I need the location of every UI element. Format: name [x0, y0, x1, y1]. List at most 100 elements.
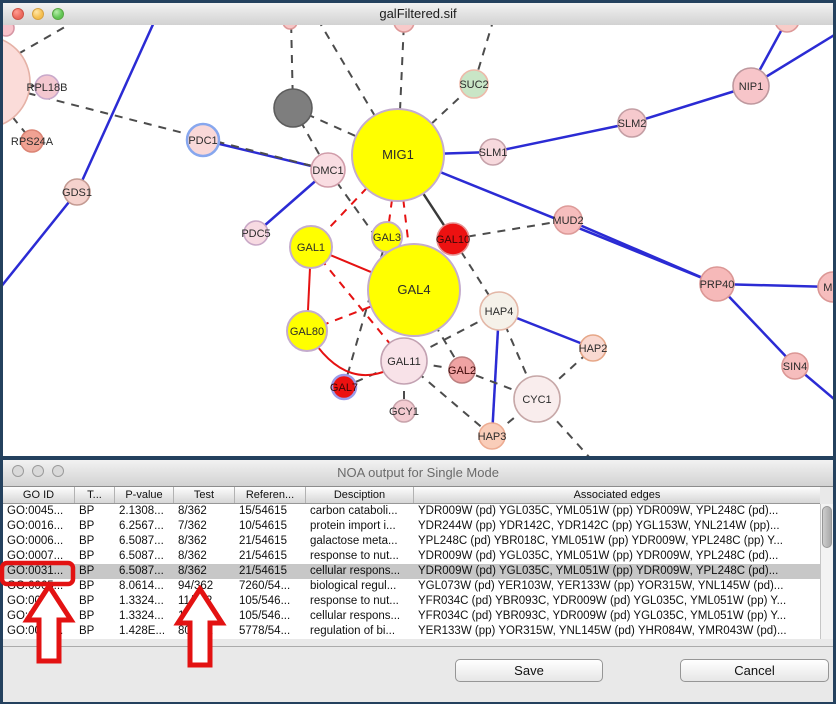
table-cell-test: 8/362: [174, 549, 235, 564]
table-cell-associated-edges: YPL248C (pd) YBR018C, YML051W (pp) YDR00…: [414, 534, 820, 549]
table-cell-test: 94/362: [174, 579, 235, 594]
table-body: GO:0045...BP2.1308...8/36215/54615carbon…: [3, 504, 820, 639]
node-ptTop2[interactable]: [394, 25, 414, 32]
node-label: GAL11: [387, 356, 420, 368]
table-cell-reference: 10/54615: [235, 519, 306, 534]
table-cell-description: regulation of bi...: [306, 624, 414, 639]
table-cell-type: BP: [75, 579, 115, 594]
node-gray1[interactable]: [274, 89, 312, 127]
save-button[interactable]: Save: [455, 659, 603, 682]
table-cell-reference: 21/54615: [235, 534, 306, 549]
node-label: GAL10: [436, 234, 470, 246]
node-label: GAL4: [397, 282, 430, 297]
table-cell-description: cellular respons...: [306, 564, 414, 579]
network-canvas[interactable]: RPL18BRPS24AGDS1PDC1DMC1PDC5MIG1SUC2SLM1…: [3, 25, 833, 456]
table-cell-description: response to nut...: [306, 594, 414, 609]
node-label: SLM1: [479, 147, 508, 159]
node-label: PDC5: [241, 228, 270, 240]
close-button[interactable]: [12, 8, 24, 20]
node-label: DMC1: [312, 165, 343, 177]
node-label: GAL1: [297, 242, 325, 254]
node-label: GAL80: [290, 326, 324, 338]
table-cell-reference: 7260/54...: [235, 579, 306, 594]
column-header-description[interactable]: Desciption: [306, 487, 414, 503]
node-label: SIN4: [783, 361, 807, 373]
table-cell-description: response to nut...: [306, 549, 414, 564]
table-row[interactable]: GO:0065...BP8.0614...94/3627260/54...bio…: [3, 579, 820, 594]
table-cell-p-value: 6.5087...: [115, 564, 174, 579]
table-cell-type: BP: [75, 594, 115, 609]
noa-output-window: NOA output for Single Mode GO IDT...P-va…: [3, 460, 833, 701]
minimize-button-inactive[interactable]: [32, 465, 44, 477]
table-cell-test: 11/362: [174, 594, 235, 609]
table-cell-associated-edges: YFR034C (pd) YBR093C, YDR009W (pd) YGL03…: [414, 609, 820, 624]
table-row[interactable]: GO:0031...BP1.3324...11/362105/546...cel…: [3, 609, 820, 624]
table-row[interactable]: GO:0006...BP6.5087...8/36221/54615galact…: [3, 534, 820, 549]
table-row[interactable]: GO:0007...BP6.5087...8/36221/54615respon…: [3, 549, 820, 564]
node-label: CYC1: [522, 394, 551, 406]
table-row[interactable]: GO:0045...BP2.1308...8/36215/54615carbon…: [3, 504, 820, 519]
table-cell-p-value: 6.5087...: [115, 549, 174, 564]
table-cell-description: cellular respons...: [306, 609, 414, 624]
close-button-inactive[interactable]: [12, 465, 24, 477]
table-cell-description: protein import i...: [306, 519, 414, 534]
minimize-button[interactable]: [32, 8, 44, 20]
zoom-button-inactive[interactable]: [52, 465, 64, 477]
zoom-button[interactable]: [52, 8, 64, 20]
table-cell-go-id: GO:0016...: [3, 519, 75, 534]
table-cell-go-id: GO:0031...: [3, 594, 75, 609]
table-cell-description: carbon cataboli...: [306, 504, 414, 519]
window-title: galFiltered.sif: [379, 6, 456, 21]
table-cell-type: BP: [75, 534, 115, 549]
cancel-button[interactable]: Cancel: [680, 659, 829, 682]
table-cell-test: 8/362: [174, 564, 235, 579]
vertical-scrollbar[interactable]: [820, 504, 833, 639]
table-cell-go-id: GO:0065...: [3, 579, 75, 594]
table-cell-go-id: GO:0031...: [3, 564, 75, 579]
column-header-test[interactable]: Test: [174, 487, 235, 503]
table-row[interactable]: GO:0050...BP1.428E...80/3625778/54...reg…: [3, 624, 820, 639]
node-label: MSI: [823, 282, 833, 294]
table-row[interactable]: GO:0031...BP1.3324...11/362105/546...res…: [3, 594, 820, 609]
table-cell-go-id: GO:0050...: [3, 624, 75, 639]
network-edge: [3, 192, 77, 288]
noa-results-table: GO IDT...P-valueTestReferen...Desciption…: [3, 487, 820, 639]
table-cell-go-id: GO:0045...: [3, 504, 75, 519]
node-label: MUD2: [552, 215, 583, 227]
table-cell-go-id: GO:0006...: [3, 534, 75, 549]
table-cell-associated-edges: YDR009W (pd) YGL035C, YML051W (pp) YDR00…: [414, 504, 820, 519]
table-cell-test: 8/362: [174, 534, 235, 549]
table-cell-p-value: 1.428E...: [115, 624, 174, 639]
column-header-go-id[interactable]: GO ID: [3, 487, 75, 503]
node-label: GAL3: [373, 232, 401, 244]
table-cell-type: BP: [75, 519, 115, 534]
table-cell-type: BP: [75, 609, 115, 624]
table-cell-reference: 5778/54...: [235, 624, 306, 639]
table-cell-test: 11/362: [174, 609, 235, 624]
node-ptTop3[interactable]: [775, 25, 799, 32]
network-edge: [493, 123, 632, 152]
node-label: SLM2: [618, 118, 647, 130]
table-cell-p-value: 1.3324...: [115, 609, 174, 624]
node-label: GDS1: [62, 187, 92, 199]
scrollbar-thumb[interactable]: [822, 506, 832, 548]
button-bar: Save Cancel: [3, 646, 833, 702]
node-label: GCY1: [389, 406, 419, 418]
table-cell-p-value: 1.3324...: [115, 594, 174, 609]
column-header-type[interactable]: T...: [75, 487, 115, 503]
column-header-reference[interactable]: Referen...: [235, 487, 306, 503]
network-edge: [453, 220, 568, 239]
noa-window-titlebar: NOA output for Single Mode: [3, 460, 833, 487]
column-header-associated-edges[interactable]: Associated edges: [414, 487, 820, 503]
table-cell-description: biological regul...: [306, 579, 414, 594]
table-cell-reference: 105/546...: [235, 609, 306, 624]
node-label: RPS24A: [11, 136, 54, 148]
table-cell-p-value: 6.5087...: [115, 534, 174, 549]
node-ptTL[interactable]: [3, 25, 14, 36]
node-ptTop1[interactable]: [283, 25, 297, 29]
table-row[interactable]: GO:0016...BP6.2567...7/36210/54615protei…: [3, 519, 820, 534]
table-cell-reference: 15/54615: [235, 504, 306, 519]
node-label: HAP4: [485, 306, 514, 318]
table-row[interactable]: GO:0031...BP6.5087...8/36221/54615cellul…: [3, 564, 820, 579]
column-header-p-value[interactable]: P-value: [115, 487, 174, 503]
